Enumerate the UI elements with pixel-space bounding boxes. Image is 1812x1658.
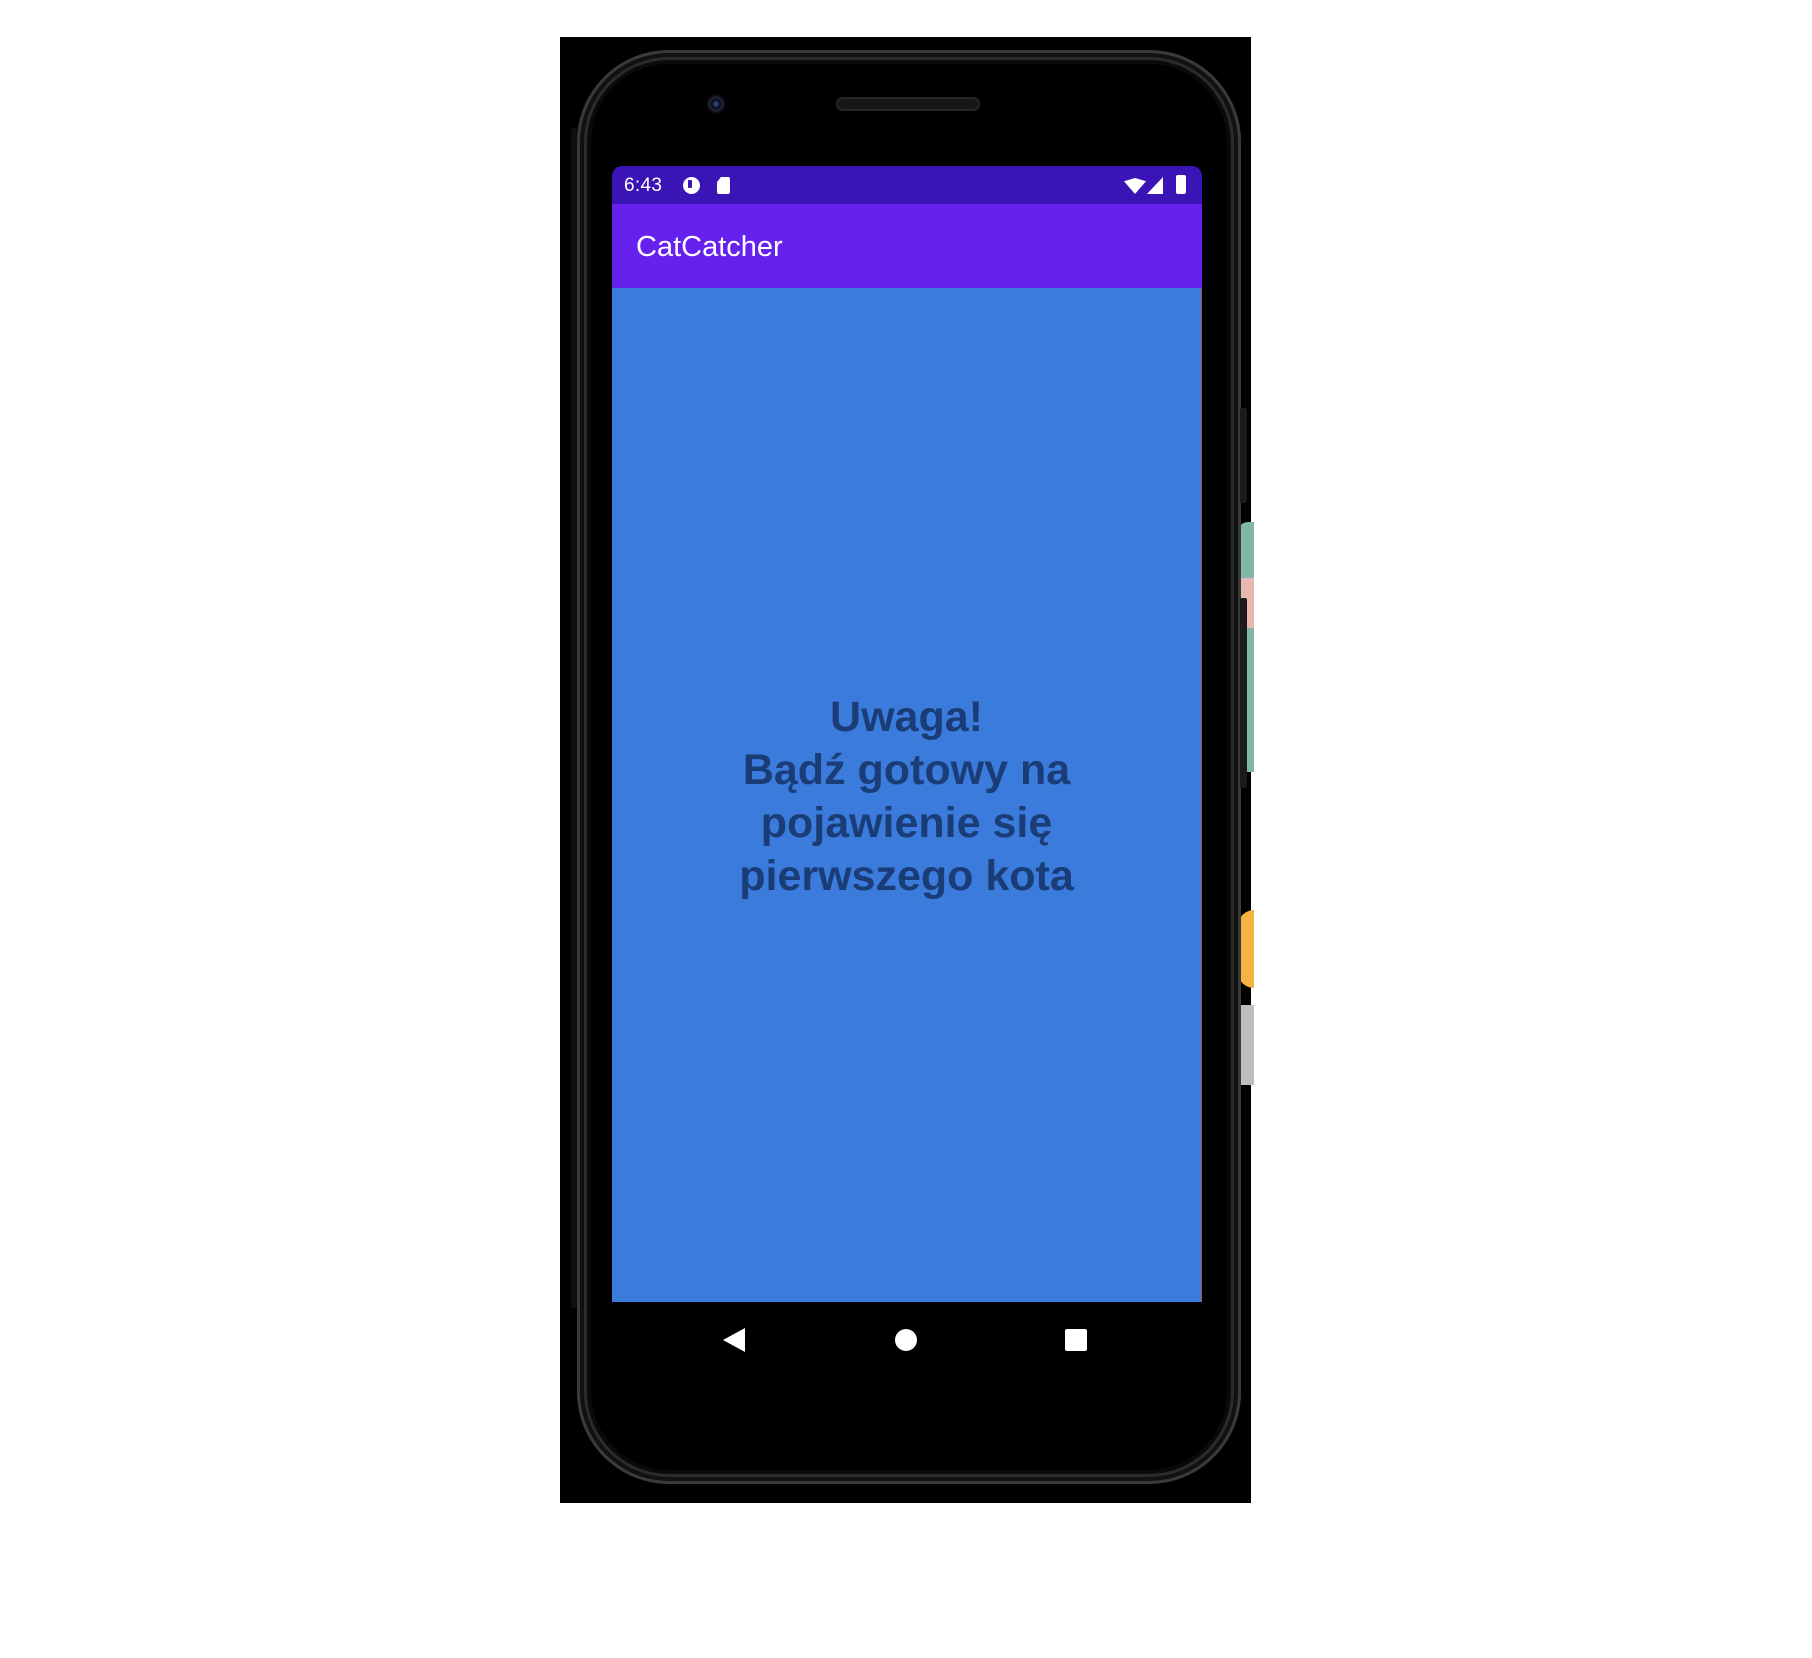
- back-icon[interactable]: [723, 1328, 745, 1352]
- front-camera: [708, 96, 724, 112]
- earpiece-speaker: [836, 97, 980, 111]
- home-icon[interactable]: [895, 1329, 917, 1351]
- navigation-bar: [612, 1303, 1202, 1383]
- message-line: Bądź gotowy na: [742, 746, 1071, 794]
- message-line: pojawienie się: [760, 799, 1053, 847]
- app-title: CatCatcher: [636, 231, 783, 263]
- notification-p-icon: [683, 177, 700, 194]
- message-line: pierwszego kota: [739, 852, 1074, 900]
- message-line: Uwaga!: [830, 693, 983, 741]
- main-content[interactable]: Uwaga! Bądź gotowy na pojawienie się pie…: [612, 288, 1202, 1302]
- stage: 6:43 CatCatcher Uwaga! Bądź gotowy na po…: [0, 0, 1812, 1658]
- wifi-icon: [1124, 178, 1146, 194]
- app-bar: CatCatcher: [612, 204, 1202, 288]
- warning-message: Uwaga! Bądź gotowy na pojawienie się pie…: [612, 691, 1201, 903]
- recents-icon[interactable]: [1065, 1329, 1087, 1351]
- power-button: [1240, 408, 1247, 503]
- signal-icon: [1147, 177, 1163, 194]
- sd-card-icon: [717, 177, 730, 194]
- status-bar: 6:43: [612, 166, 1202, 204]
- battery-icon: [1176, 175, 1186, 194]
- status-time: 6:43: [624, 175, 663, 196]
- volume-button: [1240, 598, 1247, 788]
- phone-screen: 6:43 CatCatcher Uwaga! Bądź gotowy na po…: [612, 166, 1202, 1303]
